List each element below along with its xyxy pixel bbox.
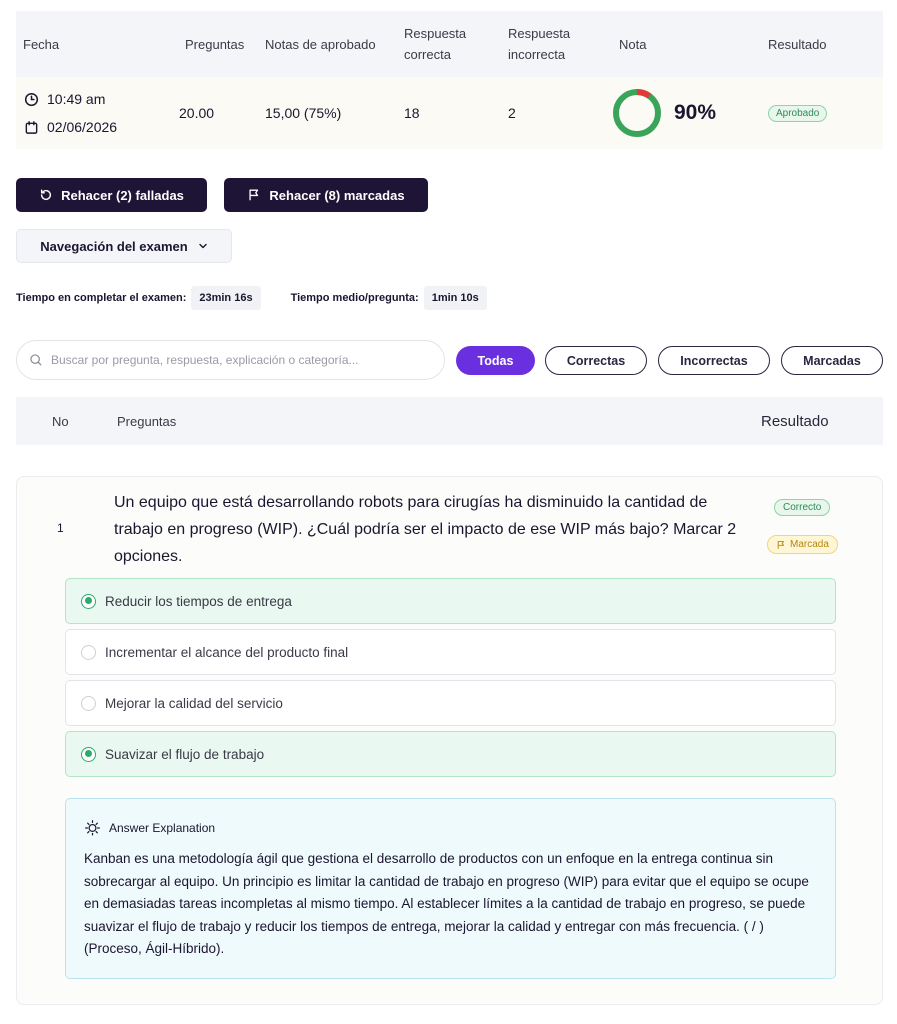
explanation-text: Kanban es una metodología ágil que gesti…	[84, 851, 809, 956]
answer-option-label: Mejorar la calidad del servicio	[105, 695, 283, 711]
header-correcta-line2: correcta	[404, 47, 451, 62]
exam-navigation-label: Navegación del examen	[40, 238, 188, 254]
answer-option-label: Suavizar el flujo de trabajo	[105, 746, 265, 762]
header-correcta: Respuesta correcta	[404, 11, 466, 77]
header-no: No	[52, 413, 69, 429]
flag-badge[interactable]: Marcada	[767, 535, 838, 554]
radio-button[interactable]	[81, 644, 96, 660]
question-text: Un equipo que está desarrollando robots …	[114, 494, 737, 565]
header-questions: Preguntas	[117, 413, 177, 429]
header-incorrecta: Respuesta incorrecta	[508, 11, 570, 77]
question-search[interactable]	[16, 340, 445, 380]
result-badge: Aprobado	[768, 104, 828, 122]
filter-incorrect-button[interactable]: Incorrectas	[658, 346, 770, 375]
answer-explanation: Answer Explanation Kanban es una metodol…	[65, 798, 836, 979]
header-result: Resultado	[761, 412, 829, 430]
header-correcta-line1: Respuesta	[404, 26, 467, 41]
questions-table-header: No Preguntas Resultado	[16, 397, 883, 445]
exam-navigation-dropdown[interactable]: Navegación del examen	[16, 229, 232, 263]
explanation-title: Answer Explanation	[84, 819, 817, 836]
status-badge: Correcto	[774, 499, 831, 516]
avg-time-label: Tiempo medio/pregunta:	[290, 292, 419, 304]
answer-option[interactable]: Mejorar la calidad del servicio	[65, 680, 836, 726]
results-summary-table: Fecha Preguntas Notas de aprobado Respue…	[16, 11, 883, 149]
header-incorrecta-line2: incorrecta	[508, 47, 566, 62]
answer-option-label: Incrementar el alcance del producto fina…	[105, 644, 349, 660]
grade-percent: 90%	[674, 101, 717, 124]
grade-ring	[613, 89, 661, 137]
header-nota: Nota	[619, 36, 647, 52]
answer-option[interactable]: Reducir los tiempos de entrega	[65, 578, 836, 624]
header-notas: Notas de aprobado	[265, 36, 376, 52]
header-resultado: Resultado	[768, 36, 827, 52]
calendar-icon	[24, 120, 39, 135]
radio-button[interactable]	[81, 695, 96, 711]
datetime-cell: 10:49 am 02/06/2026	[24, 77, 117, 149]
clock-icon	[24, 92, 39, 107]
filter-all-button[interactable]: Todas	[456, 346, 535, 375]
answer-option[interactable]: Suavizar el flujo de trabajo	[65, 731, 836, 777]
questions-count: 20.00	[179, 105, 215, 121]
result-cell: Aprobado	[768, 77, 828, 149]
radio-button[interactable]	[81, 746, 96, 762]
date-line: 02/06/2026	[24, 113, 117, 141]
total-time-label: Tiempo en completar el examen:	[16, 292, 187, 304]
grade-ring-track	[613, 89, 661, 137]
correct-count: 18	[404, 105, 420, 121]
flag-badge-label: Marcada	[790, 539, 829, 550]
exam-times: Tiempo en completar el examen: 23min 16s…	[16, 285, 487, 311]
retry-marked-label: Rehacer (8) marcadas	[269, 187, 405, 203]
retry-marked-button[interactable]: Rehacer (8) marcadas	[224, 178, 428, 212]
exam-time: 10:49 am	[47, 91, 106, 107]
filter-marked-button[interactable]: Marcadas	[781, 346, 883, 375]
passing-grade: 15,00 (75%)	[265, 105, 342, 121]
exam-date: 02/06/2026	[47, 119, 118, 135]
answer-option-label: Reducir los tiempos de entrega	[105, 593, 292, 609]
search-icon	[29, 353, 43, 367]
incorrect-count: 2	[508, 105, 516, 121]
time-line: 10:49 am	[24, 85, 105, 113]
summary-data-row: 10:49 am 02/06/2026 20.00 15,00 (75%) 18…	[16, 77, 883, 149]
total-time-value: 23min 16s	[191, 286, 261, 310]
question-card: 1 Un equipo que está desarrollando robot…	[16, 476, 883, 1005]
retry-failed-label: Rehacer (2) falladas	[61, 187, 184, 203]
chevron-down-icon	[198, 241, 208, 251]
summary-header-row: Fecha Preguntas Notas de aprobado Respue…	[16, 11, 883, 77]
search-input[interactable]	[51, 353, 421, 367]
retry-failed-button[interactable]: Rehacer (2) falladas	[16, 178, 207, 212]
avg-time-value: 1min 10s	[423, 286, 487, 310]
flag-icon	[247, 188, 261, 202]
grade-cell: 90%	[612, 77, 716, 149]
answer-option[interactable]: Incrementar el alcance del producto fina…	[65, 629, 836, 675]
explanation-title-label: Answer Explanation	[109, 820, 216, 835]
lightbulb-icon	[84, 819, 101, 836]
radio-button[interactable]	[81, 593, 96, 609]
flag-icon	[776, 540, 786, 550]
filter-correct-button[interactable]: Correctas	[545, 346, 647, 375]
header-preguntas: Preguntas	[185, 36, 245, 52]
header-fecha: Fecha	[23, 36, 60, 52]
header-incorrecta-line1: Respuesta	[508, 26, 571, 41]
retry-icon	[39, 188, 53, 202]
question-number: 1	[57, 521, 64, 535]
